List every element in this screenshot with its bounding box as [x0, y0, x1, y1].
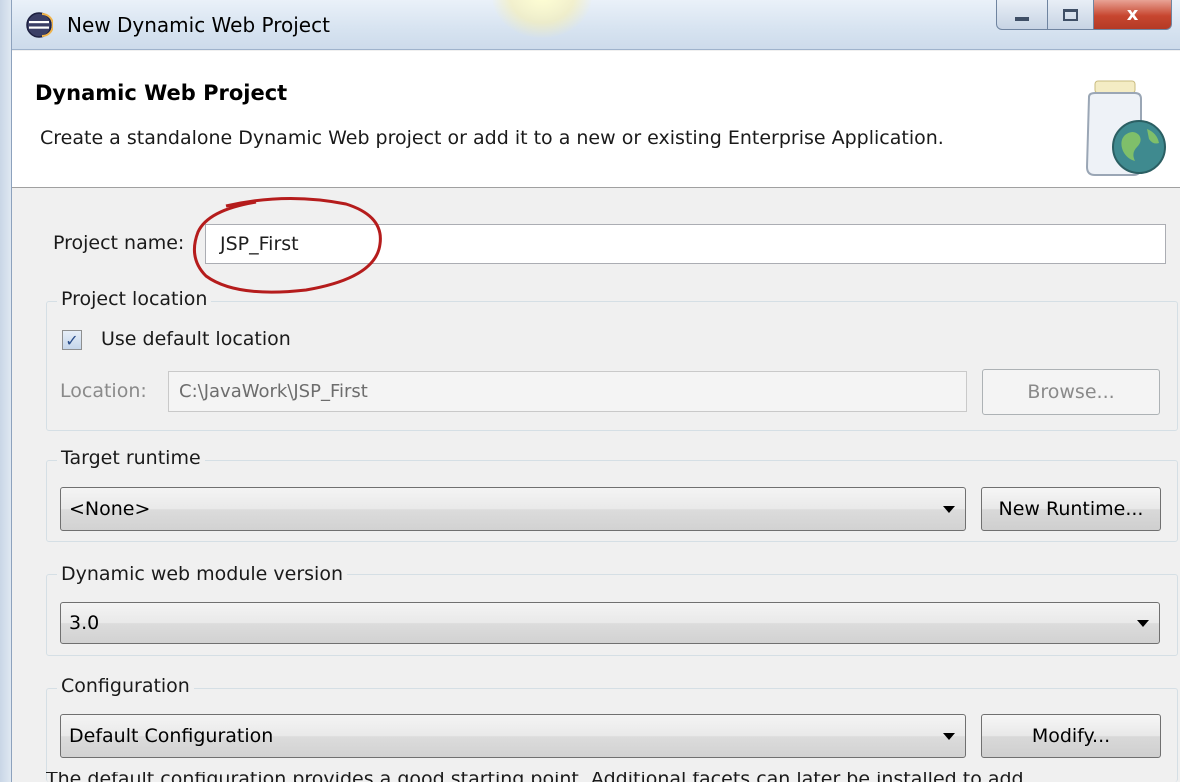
maximize-button[interactable]: [1048, 0, 1094, 30]
title-glow: [492, 0, 592, 38]
new-runtime-label: New Runtime...: [998, 498, 1144, 520]
modify-button[interactable]: Modify...: [981, 714, 1161, 758]
page-description: Create a standalone Dynamic Web project …: [40, 127, 944, 149]
eclipse-app-icon: [26, 12, 53, 38]
module-version-value: 3.0: [69, 612, 100, 634]
checkmark-icon: ✓: [65, 330, 79, 350]
modify-label: Modify...: [1031, 725, 1111, 747]
location-input[interactable]: C:\JavaWork\JSP_First: [168, 371, 967, 412]
location-value: C:\JavaWork\JSP_First: [179, 381, 368, 402]
configuration-select[interactable]: Default Configuration: [60, 714, 966, 758]
project-name-value: JSP_First: [220, 233, 299, 255]
configuration-title: Configuration: [57, 675, 194, 697]
module-version-title: Dynamic web module version: [57, 563, 347, 585]
window-title: New Dynamic Web Project: [67, 13, 330, 37]
maximize-icon: [1063, 8, 1078, 21]
browse-label: Browse...: [1027, 381, 1115, 403]
close-icon: x: [1126, 4, 1139, 25]
window-frame-left: [0, 0, 12, 782]
target-runtime-select[interactable]: <None>: [60, 487, 966, 531]
project-name-input[interactable]: JSP_First: [205, 224, 1166, 264]
chevron-down-icon: [943, 506, 955, 513]
page-title: Dynamic Web Project: [35, 81, 288, 105]
window-controls: x: [996, 0, 1172, 34]
use-default-location-label: Use default location: [101, 328, 291, 350]
wizard-header: Dynamic Web Project Create a standalone …: [12, 51, 1180, 188]
chevron-down-icon: [1137, 620, 1149, 627]
minimize-icon: [1015, 16, 1029, 21]
new-runtime-button[interactable]: New Runtime...: [981, 487, 1161, 531]
target-runtime-title: Target runtime: [57, 447, 205, 469]
close-button[interactable]: x: [1094, 0, 1172, 30]
module-version-select[interactable]: 3.0: [60, 602, 1160, 644]
project-location-title: Project location: [57, 288, 212, 310]
configuration-description: The default configuration provides a goo…: [46, 772, 1024, 782]
project-name-label: Project name:: [53, 232, 185, 254]
configuration-description-text: The default configuration provides a goo…: [46, 772, 1024, 782]
use-default-location-checkbox[interactable]: ✓: [62, 330, 82, 350]
target-runtime-value: <None>: [69, 498, 151, 520]
configuration-value: Default Configuration: [69, 725, 274, 747]
chevron-down-icon: [943, 733, 955, 740]
browse-button[interactable]: Browse...: [982, 369, 1160, 415]
web-project-jar-globe-icon: [1085, 80, 1166, 176]
location-label: Location:: [60, 380, 147, 402]
minimize-button[interactable]: [996, 0, 1048, 30]
title-bar[interactable]: New Dynamic Web Project x: [12, 0, 1180, 50]
